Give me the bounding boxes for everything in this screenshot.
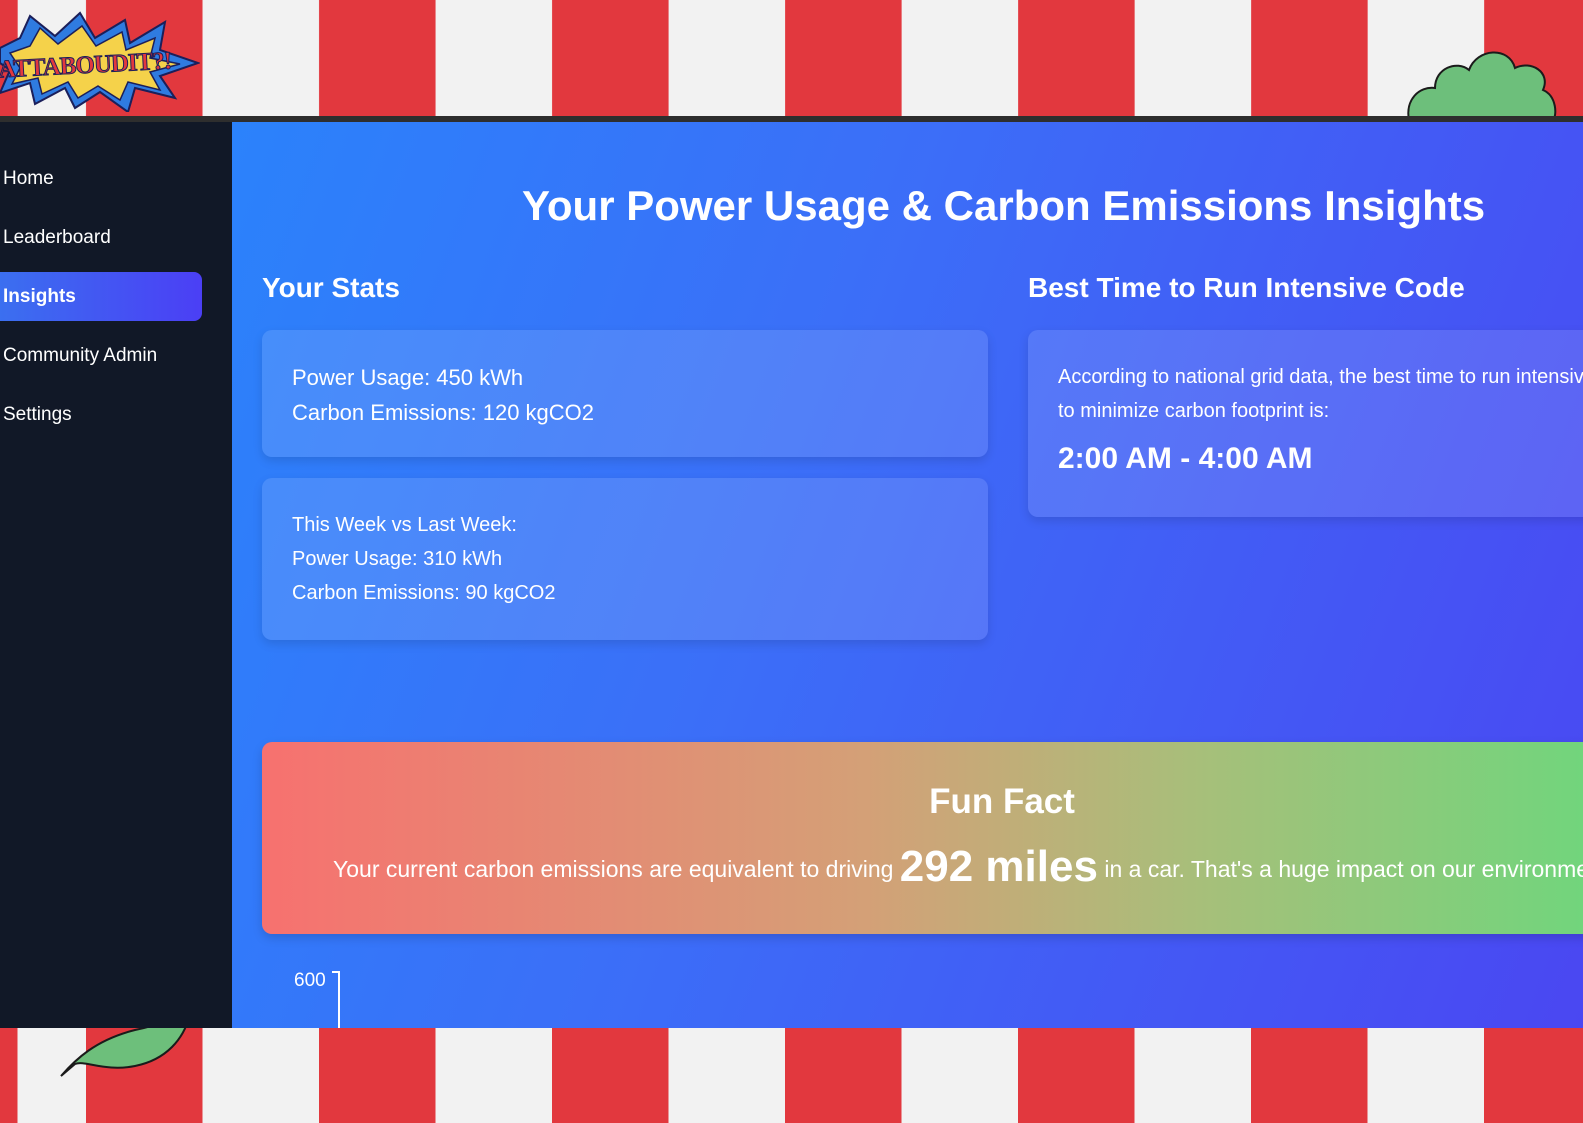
chart-y-tick-label: 600	[294, 970, 326, 991]
best-time-value: 2:00 AM - 4:00 AM	[1058, 442, 1313, 475]
weekly-carbon-text: Carbon Emissions: 90 kgCO2	[292, 582, 556, 604]
fun-fact-highlight: 292 miles	[899, 842, 1098, 891]
main-content: Your Power Usage & Carbon Emissions Insi…	[232, 122, 1583, 1028]
sidebar-item-label: Leaderboard	[3, 227, 111, 248]
sidebar-item-label: Settings	[3, 404, 72, 425]
weekly-power-text: Power Usage: 310 kWh	[292, 548, 503, 570]
sidebar-item-label: Home	[3, 168, 54, 189]
sidebar-item-leaderboard[interactable]: Leaderboard	[0, 213, 202, 262]
carbon-emissions-text: Carbon Emissions: 120 kgCO2	[292, 400, 595, 425]
stats-card-totals: Power Usage: 450 kWh Carbon Emissions: 1…	[262, 330, 988, 457]
bush-decoration-icon	[1407, 51, 1557, 120]
fun-fact-prefix: Your current carbon emissions are equiva…	[333, 856, 894, 882]
sidebar-item-insights[interactable]: Insights	[0, 272, 202, 321]
page-title: Your Power Usage & Carbon Emissions Insi…	[522, 182, 1486, 229]
weekly-compare-text: This Week vs Last Week:	[292, 514, 517, 536]
stats-heading: Your Stats	[262, 272, 400, 303]
sidebar-item-home[interactable]: Home	[0, 154, 202, 203]
sidebar-item-label: Insights	[3, 286, 76, 307]
best-time-heading: Best Time to Run Intensive Code	[1028, 272, 1465, 303]
fun-fact-heading: Fun Fact	[929, 782, 1075, 821]
bottom-stripes	[0, 1028, 1583, 1123]
fun-fact-banner: Fun Fact Your current carbon emissions a…	[262, 742, 1583, 934]
fun-fact-suffix: in a car. That's a huge impact on our en…	[1104, 856, 1583, 882]
sidebar-item-settings[interactable]: Settings	[0, 390, 202, 439]
app-window: Home Leaderboard Insights Community Admi…	[0, 122, 1583, 1028]
sidebar-item-label: Community Admin	[3, 345, 158, 366]
brand-logo[interactable]: ATTABOUDIT?!	[0, 8, 202, 114]
sidebar: Home Leaderboard Insights Community Admi…	[0, 122, 232, 1028]
power-usage-text: Power Usage: 450 kWh	[292, 365, 524, 390]
best-time-desc-line2: to minimize carbon footprint is:	[1058, 400, 1330, 422]
chart-y-axis	[338, 972, 340, 1028]
best-time-card: According to national grid data, the bes…	[1028, 330, 1583, 517]
sidebar-item-community-admin[interactable]: Community Admin	[0, 331, 202, 380]
fun-fact-text: Your current carbon emissions are equiva…	[333, 842, 1583, 892]
stats-card-weekly: This Week vs Last Week: Power Usage: 310…	[262, 478, 988, 640]
best-time-desc-line1: According to national grid data, the bes…	[1058, 366, 1583, 388]
